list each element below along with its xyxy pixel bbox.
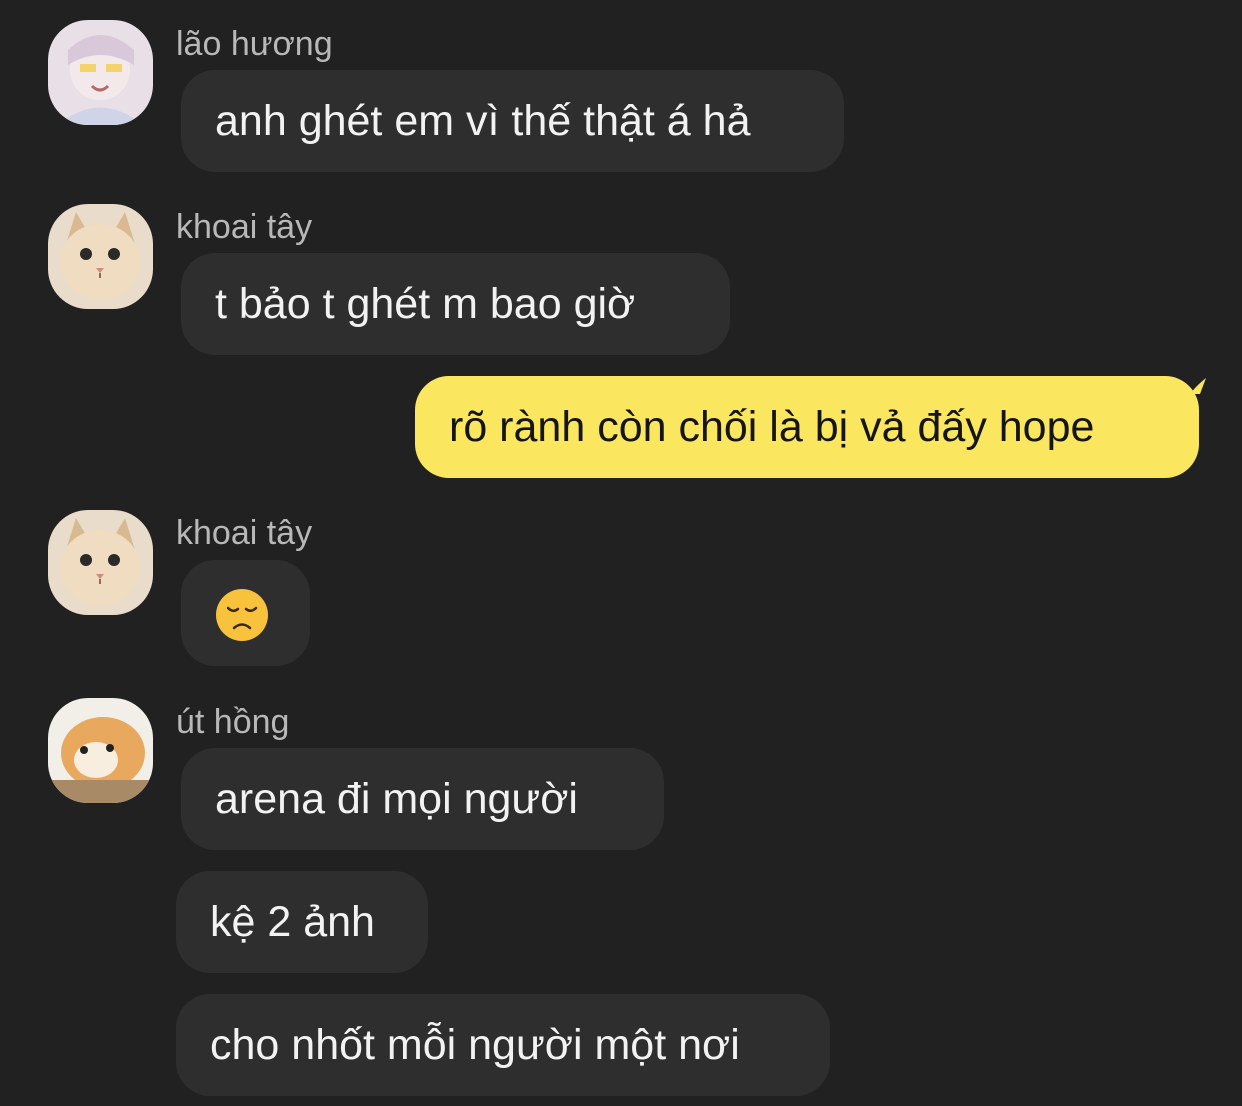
chat-thread: lão hương anh ghét em vì thế thật á hả k…	[0, 0, 1242, 1106]
sender-name: khoai tây	[176, 514, 313, 552]
my-message-bubble[interactable]: rõ rành còn chối là bị vả đấy hope	[415, 376, 1199, 478]
avatar-lao-huong[interactable]	[48, 20, 153, 125]
sender-name: khoai tây	[176, 208, 313, 246]
disappointed-face-icon	[216, 589, 268, 641]
message-bubble[interactable]: kệ 2 ảnh	[176, 871, 428, 973]
message-bubble[interactable]: t bảo t ghét m bao giờ	[181, 253, 730, 355]
avatar-khoai-tay[interactable]	[48, 510, 153, 615]
avatar-khoai-tay[interactable]	[48, 204, 153, 309]
message-bubble[interactable]: cho nhốt mỗi người một nơi	[176, 994, 830, 1096]
sender-name: út hồng	[176, 703, 290, 741]
sender-name: lão hương	[176, 25, 333, 63]
message-bubble[interactable]: anh ghét em vì thế thật á hả	[181, 70, 844, 172]
message-bubble[interactable]	[181, 560, 310, 666]
bubble-tail-icon	[1190, 378, 1206, 394]
avatar-ut-hong[interactable]	[48, 698, 153, 803]
message-bubble[interactable]: arena đi mọi người	[181, 748, 664, 850]
